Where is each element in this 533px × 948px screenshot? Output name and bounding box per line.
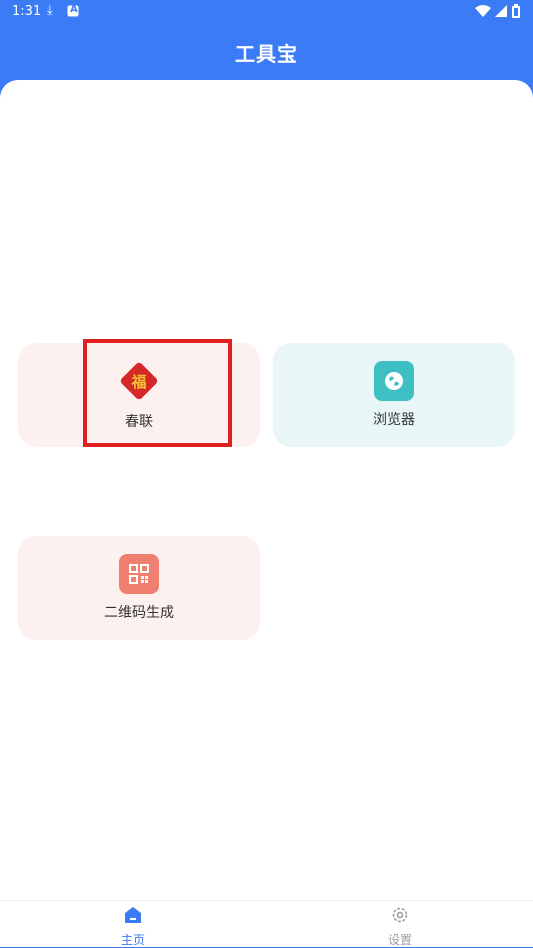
status-bar: 1:31 ⤓ A bbox=[0, 0, 533, 24]
nav-settings-label: 设置 bbox=[387, 933, 412, 947]
highlight-box bbox=[83, 339, 232, 447]
notification-a-icon: A bbox=[67, 4, 79, 21]
home-icon bbox=[123, 905, 143, 929]
tool-tile-browser[interactable]: 浏览器 bbox=[273, 343, 515, 447]
page-title: 工具宝 bbox=[235, 41, 298, 66]
app-header: 工具宝 bbox=[0, 24, 533, 80]
tool-label: 浏览器 bbox=[373, 412, 415, 428]
content-sheet bbox=[0, 80, 533, 900]
tool-label: 二维码生成 bbox=[104, 605, 174, 621]
gear-icon bbox=[390, 905, 410, 929]
wifi-icon bbox=[475, 4, 491, 22]
qrcode-icon bbox=[119, 554, 159, 594]
status-icons bbox=[475, 4, 521, 22]
battery-icon bbox=[511, 4, 521, 22]
nav-home-label: 主页 bbox=[120, 933, 145, 947]
download-icon: ⤓ bbox=[47, 3, 53, 18]
nav-settings[interactable]: 设置 bbox=[360, 905, 440, 947]
notification-a-letter: A bbox=[70, 4, 78, 15]
status-time: 1:31 bbox=[12, 4, 42, 19]
tool-tile-qrcode[interactable]: 二维码生成 bbox=[18, 536, 260, 640]
globe-icon bbox=[374, 361, 414, 401]
signal-icon bbox=[494, 4, 508, 22]
bottom-nav: 主页 设置 bbox=[0, 900, 533, 947]
nav-home[interactable]: 主页 bbox=[93, 905, 173, 947]
